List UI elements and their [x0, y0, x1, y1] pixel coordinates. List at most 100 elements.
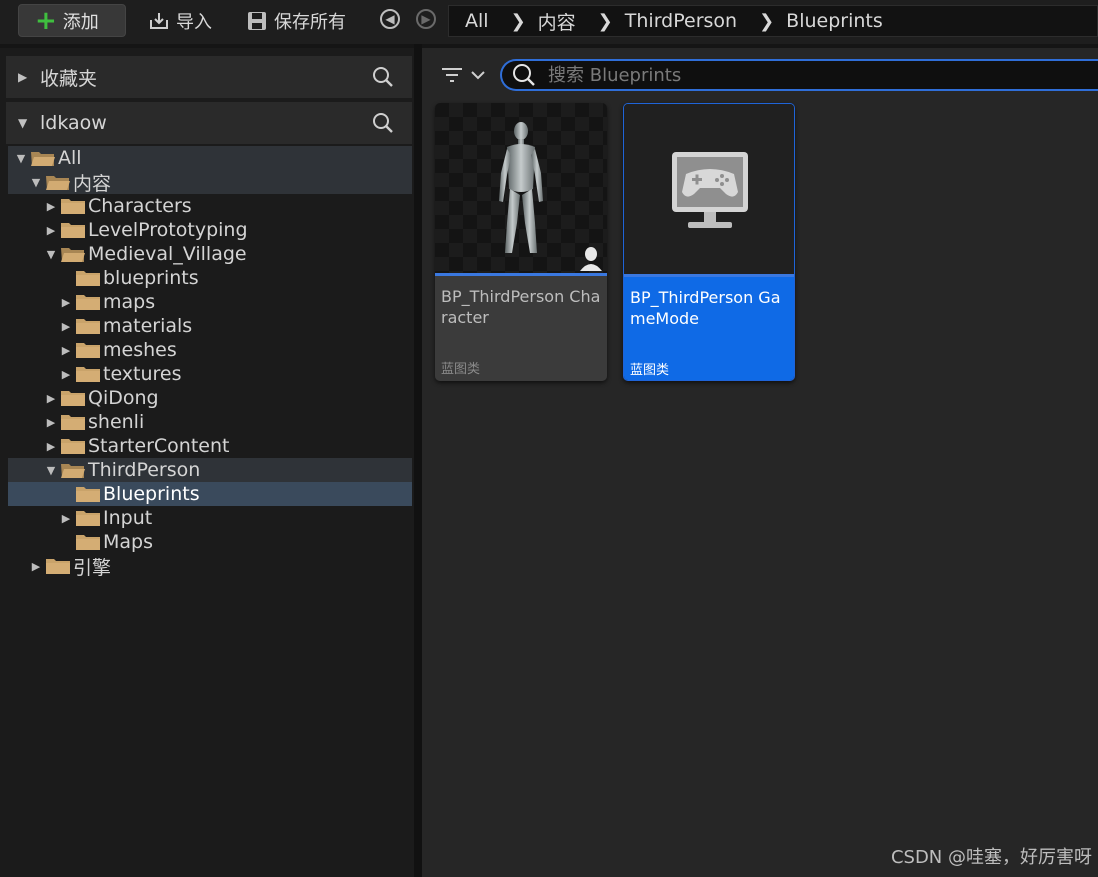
collapse-arrow-icon[interactable]: ▼: [44, 248, 58, 261]
tree-item[interactable]: ▼ ThirdPerson: [8, 458, 412, 482]
tree-item[interactable]: ▶ shenli: [8, 410, 412, 434]
collapse-arrow-icon[interactable]: ▼: [29, 176, 43, 189]
search-icon: [513, 64, 535, 86]
asset-type: 蓝图类: [441, 362, 481, 377]
arrow-right-icon: ▶: [421, 12, 431, 26]
back-button[interactable]: ◀: [380, 9, 400, 29]
import-icon: [150, 13, 168, 29]
project-title: ldkaow: [40, 112, 107, 134]
tree-item-label: textures: [103, 363, 182, 385]
tree-item[interactable]: ▶ Characters: [8, 194, 412, 218]
asset-name: BP_ThirdPerson GameMode: [630, 288, 781, 328]
folder-tree: ▼ All ▼ 内容 ▶ Characters ▶ LevelPrototyping ▼ Medi…: [8, 146, 412, 579]
actor-class-icon: [580, 247, 602, 271]
collapse-arrow-icon[interactable]: ▼: [44, 464, 58, 477]
favorites-header[interactable]: ▶ 收藏夹: [6, 56, 412, 98]
filter-button[interactable]: [440, 64, 490, 86]
tree-item[interactable]: Maps: [8, 530, 412, 554]
tree-item[interactable]: blueprints: [8, 266, 412, 290]
expand-arrow-icon[interactable]: ▶: [59, 296, 73, 309]
plus-icon: +: [35, 5, 57, 36]
breadcrumb-item-all[interactable]: All: [465, 10, 489, 32]
expand-arrow-icon[interactable]: ▶: [59, 320, 73, 333]
asset-name: BP_ThirdPerson Character: [441, 287, 601, 327]
breadcrumb-item-thirdperson[interactable]: ThirdPerson: [625, 10, 737, 32]
tree-item-label: Characters: [88, 195, 192, 217]
asset-thumbnail: [435, 103, 607, 273]
project-header[interactable]: ▼ ldkaow: [6, 102, 412, 144]
expand-arrow-icon[interactable]: ▶: [44, 200, 58, 213]
folder-icon: [75, 293, 101, 311]
tree-item[interactable]: ▼ All: [8, 146, 412, 170]
asset-thumbnail: [624, 104, 794, 274]
tree-item-label: shenli: [88, 411, 145, 433]
breadcrumb-item-blueprints[interactable]: Blueprints: [786, 10, 883, 32]
asset-search-input[interactable]: [546, 63, 1050, 87]
tree-item[interactable]: ▶ materials: [8, 314, 412, 338]
tree-item[interactable]: ▶ 引擎: [8, 554, 412, 579]
collapse-arrow-icon[interactable]: ▼: [14, 152, 28, 165]
folder-icon: [75, 533, 101, 551]
favorites-title: 收藏夹: [40, 67, 98, 90]
save-all-label: 保存所有: [274, 12, 346, 33]
tree-item[interactable]: ▶ meshes: [8, 338, 412, 362]
tree-item-label: Medieval_Village: [88, 243, 247, 265]
expand-arrow-icon[interactable]: ▶: [59, 512, 73, 525]
tree-item-label: blueprints: [103, 267, 199, 289]
asset-info: BP_ThirdPerson Character 蓝图类: [435, 276, 607, 381]
tree-item[interactable]: ▶ LevelPrototyping: [8, 218, 412, 242]
folder-open-icon: [45, 173, 71, 191]
arrow-left-icon: ◀: [385, 12, 395, 26]
tree-item[interactable]: ▶ StarterContent: [8, 434, 412, 458]
asset-search-box[interactable]: [500, 59, 1098, 91]
folder-open-icon: [60, 245, 86, 263]
folder-icon: [60, 389, 86, 407]
tree-item[interactable]: ▶ maps: [8, 290, 412, 314]
chevron-right-icon[interactable]: ❯: [759, 11, 774, 32]
expand-arrow-icon[interactable]: ▶: [59, 368, 73, 381]
asset-tile[interactable]: BP_ThirdPerson Character 蓝图类: [435, 103, 607, 381]
tree-item[interactable]: ▶ textures: [8, 362, 412, 386]
expand-arrow-icon: ▶: [18, 70, 28, 84]
folder-icon: [45, 557, 71, 575]
tree-item-label: ThirdPerson: [88, 459, 201, 481]
folder-open-icon: [60, 461, 86, 479]
save-all-button[interactable]: 保存所有: [246, 8, 346, 34]
asset-tile[interactable]: BP_ThirdPerson GameMode 蓝图类: [623, 103, 795, 381]
folder-icon: [75, 269, 101, 287]
expand-arrow-icon[interactable]: ▶: [44, 440, 58, 453]
folder-icon: [60, 221, 86, 239]
chevron-right-icon[interactable]: ❯: [511, 11, 526, 32]
tree-item[interactable]: ▶ Input: [8, 506, 412, 530]
folder-icon: [75, 485, 101, 503]
tree-item[interactable]: ▼ 内容: [8, 170, 412, 195]
expand-arrow-icon[interactable]: ▶: [29, 560, 43, 573]
folder-icon: [75, 365, 101, 383]
folder-icon: [60, 437, 86, 455]
filter-icon: [442, 68, 462, 82]
expand-arrow-icon[interactable]: ▶: [44, 224, 58, 237]
expand-arrow-icon[interactable]: ▶: [59, 344, 73, 357]
tree-item-label: materials: [103, 315, 193, 337]
tree-item-label: Blueprints: [103, 483, 200, 505]
tree-item-label: Maps: [103, 531, 153, 553]
breadcrumb-item-content[interactable]: 内容: [538, 8, 576, 35]
watermark: CSDN @哇塞，好厉害呀: [890, 847, 1092, 868]
tree-item-label: StarterContent: [88, 435, 230, 457]
save-icon: [248, 12, 266, 30]
gamemode-icon: [672, 152, 748, 228]
tree-item[interactable]: Blueprints: [8, 482, 412, 506]
add-button[interactable]: + 添加: [18, 4, 126, 37]
forward-button[interactable]: ▶: [416, 9, 436, 29]
chevron-down-icon: [471, 71, 485, 80]
expand-arrow-icon[interactable]: ▶: [44, 416, 58, 429]
search-icon[interactable]: [372, 66, 394, 88]
tree-item[interactable]: ▶ QiDong: [8, 386, 412, 410]
tree-item[interactable]: ▼ Medieval_Village: [8, 242, 412, 266]
tree-item-label: QiDong: [88, 387, 159, 409]
search-icon[interactable]: [372, 112, 394, 134]
chevron-right-icon[interactable]: ❯: [598, 11, 613, 32]
expand-arrow-icon[interactable]: ▶: [44, 392, 58, 405]
import-button[interactable]: 导入: [148, 8, 212, 34]
panel-splitter[interactable]: [414, 44, 422, 877]
